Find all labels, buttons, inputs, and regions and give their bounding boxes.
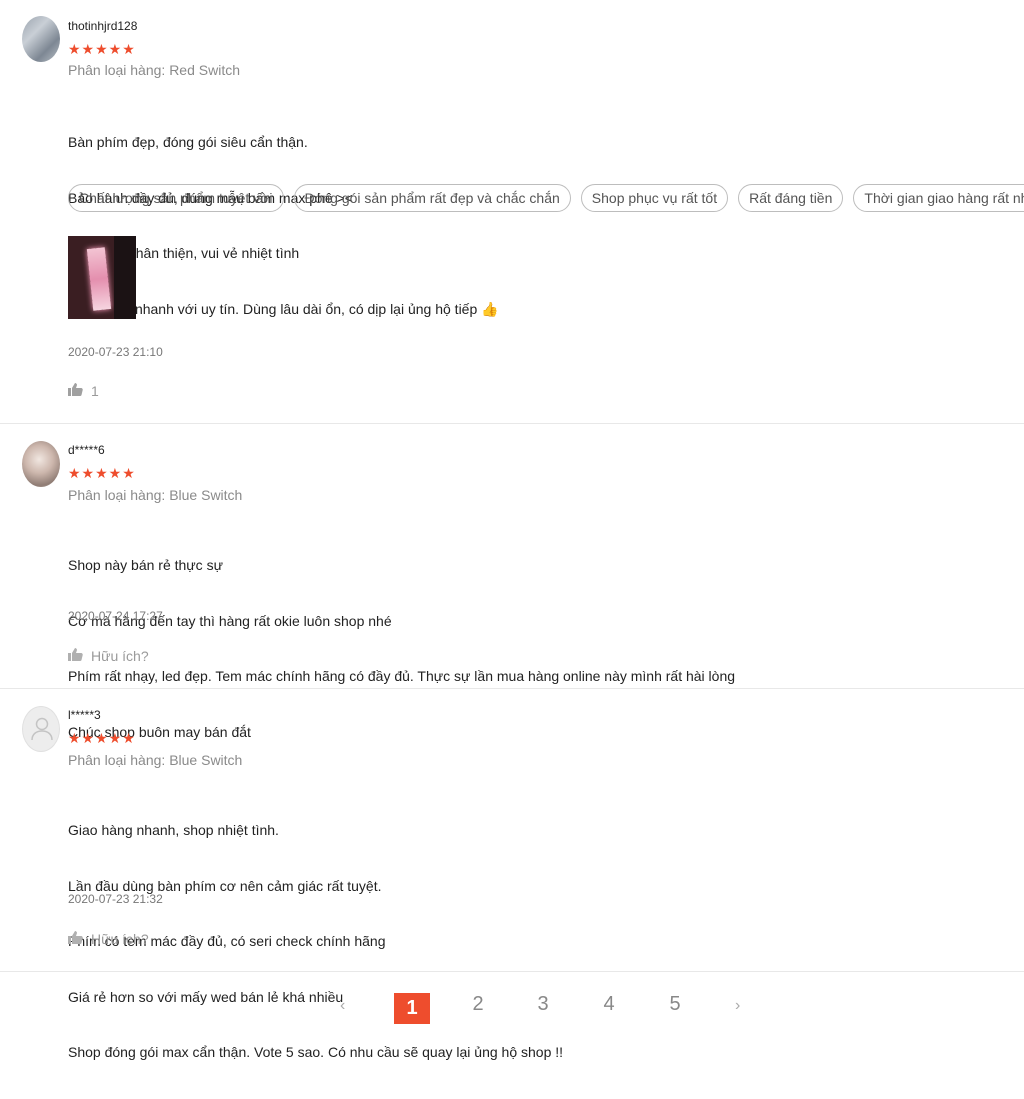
review-username[interactable]: thotinhjrd128 [68, 19, 137, 33]
review-tag: Thời gian giao hàng rất nhanh [853, 184, 1024, 212]
comment-line: Shop này bán rẻ thực sự [68, 557, 223, 573]
comment-line: Bàn phím đẹp, đóng gói siêu cẩn thận. [68, 134, 308, 150]
helpful-button[interactable]: Hữu ích? [68, 930, 149, 947]
review-username[interactable]: d*****6 [68, 443, 105, 457]
review-tag: Shop phục vụ rất tốt [580, 184, 729, 212]
review-username[interactable]: l*****3 [68, 708, 101, 722]
thumbs-up-icon [68, 930, 83, 947]
avatar[interactable] [22, 441, 60, 487]
review-tags: Chất lượng sản phẩm tuyệt vời Đóng gói s… [68, 184, 1024, 212]
review-timestamp: 2020-07-23 21:10 [68, 345, 163, 359]
helpful-button[interactable]: Hữu ích? [68, 647, 149, 664]
review-tag: Rất đáng tiền [738, 184, 844, 212]
product-variant: Phân loại hàng: Red Switch [68, 62, 240, 78]
rating-stars: ★★★★★ [68, 730, 136, 746]
review-timestamp: 2020-07-23 21:32 [68, 892, 163, 906]
rating-stars: ★★★★★ [68, 41, 136, 57]
comment-line: Giao hàng nhanh, shop nhiệt tình. [68, 822, 279, 838]
thumbs-up-icon [68, 647, 83, 664]
page-button-3[interactable]: 3 [525, 993, 561, 1016]
helpful-label: Hữu ích? [91, 647, 149, 664]
like-button[interactable]: 1 [68, 382, 99, 399]
review-tag: Đóng gói sản phẩm rất đẹp và chắc chắn [293, 184, 571, 212]
page-button-2[interactable]: 2 [460, 993, 496, 1016]
review-item: thotinhjrd128 ★★★★★ Phân loại hàng: Red … [0, 0, 1024, 424]
prev-page-button[interactable]: ‹ [340, 997, 345, 1015]
comment-line: Shop đóng gói max cẩn thận. Vote 5 sao. … [68, 1044, 564, 1060]
review-item: d*****6 ★★★★★ Phân loại hàng: Blue Switc… [0, 424, 1024, 740]
rating-stars: ★★★★★ [68, 465, 136, 481]
review-item: l*****3 ★★★★★ Phân loại hàng: Blue Switc… [0, 689, 1024, 1060]
comment-line: Cơ mà hàng đến tay thì hàng rất okie luô… [68, 612, 392, 629]
product-variant: Phân loại hàng: Blue Switch [68, 487, 243, 503]
product-variant: Phân loại hàng: Blue Switch [68, 752, 243, 768]
review-tag: Chất lượng sản phẩm tuyệt vời [68, 184, 284, 212]
helpful-label: Hữu ích? [91, 930, 149, 947]
page-button-5[interactable]: 5 [657, 993, 693, 1016]
review-photo-thumbnail[interactable] [68, 236, 136, 319]
page-button-4[interactable]: 4 [591, 993, 627, 1016]
review-timestamp: 2020-07-24 17:27 [68, 609, 163, 623]
comment-line: Phím rất nhạy, led đẹp. Tem mác chính hã… [68, 668, 736, 684]
pagination: ‹ 1 2 3 4 5 › [0, 985, 1024, 1024]
avatar[interactable] [22, 16, 60, 62]
avatar[interactable] [22, 706, 60, 752]
page-button-1[interactable]: 1 [394, 993, 430, 1024]
thumbs-up-icon [68, 382, 83, 399]
like-count: 1 [91, 382, 99, 399]
keyboard-photo [86, 247, 112, 311]
next-page-button[interactable]: › [735, 997, 740, 1015]
default-user-icon [31, 717, 53, 741]
